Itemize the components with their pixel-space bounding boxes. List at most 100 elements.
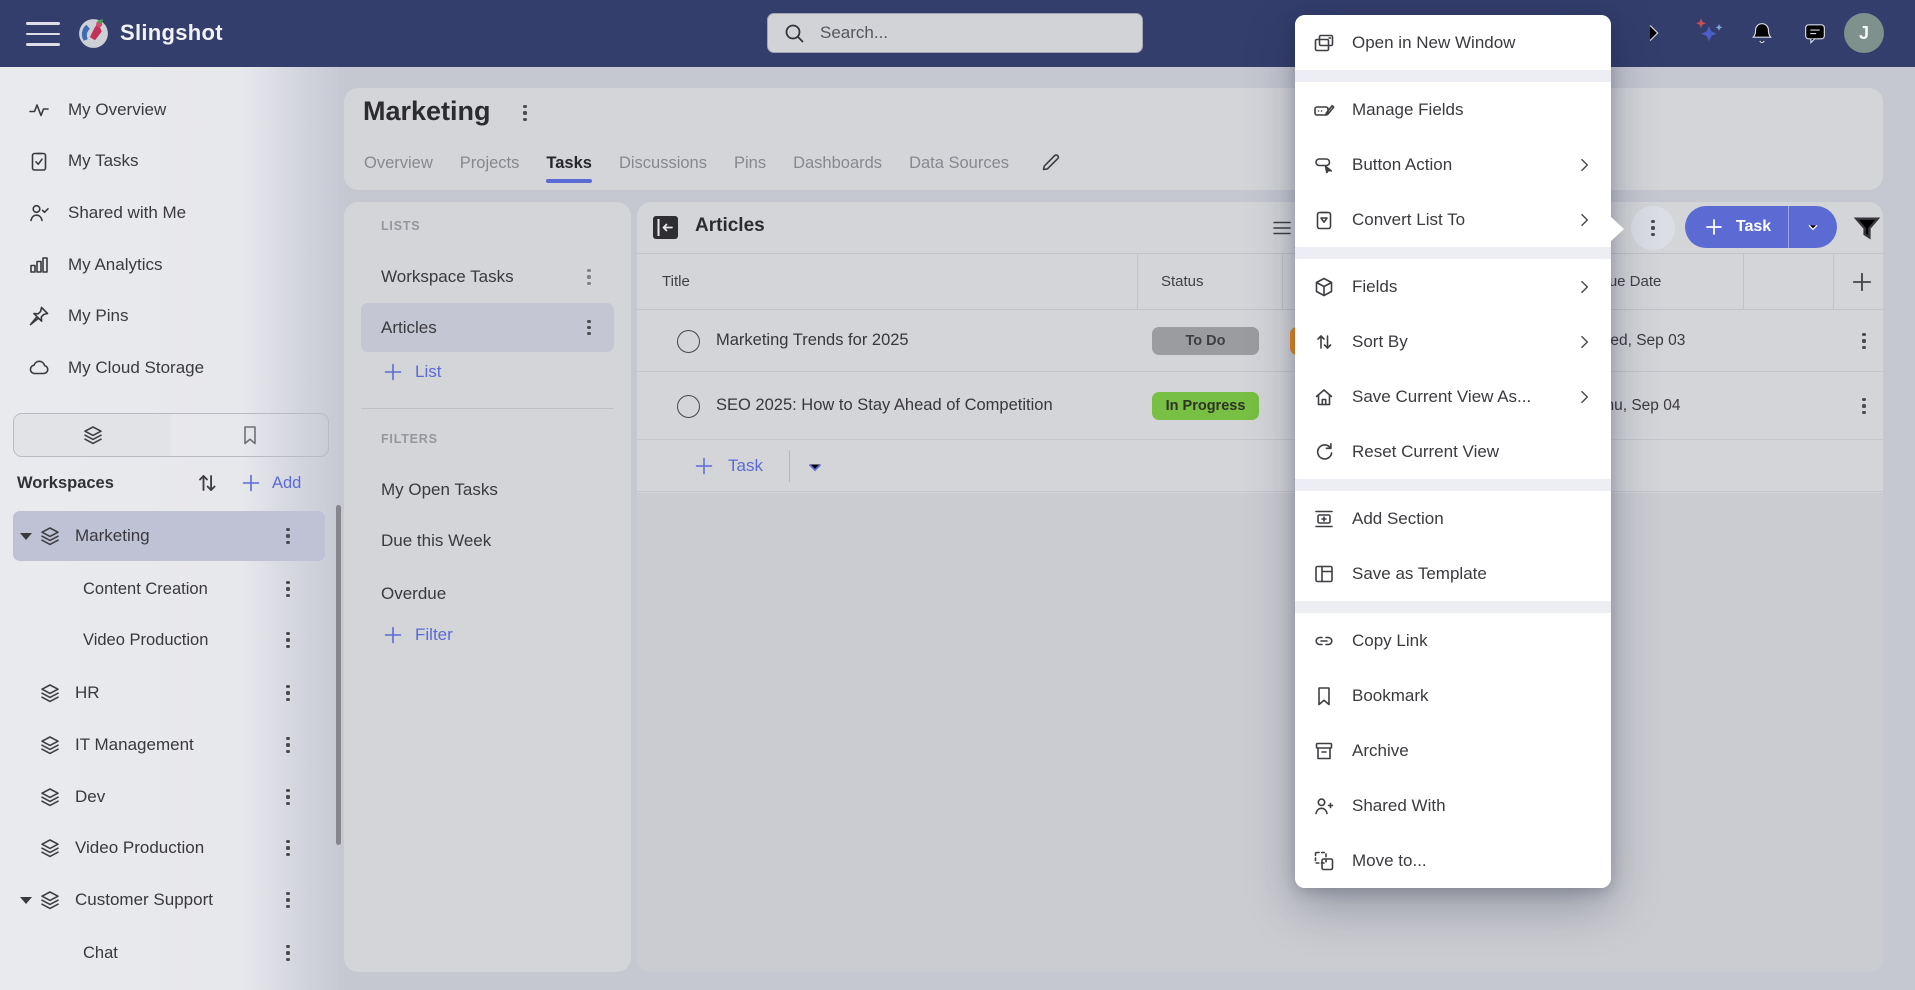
task-checkbox[interactable] — [677, 330, 700, 353]
list-item-workspace-tasks[interactable]: Workspace Tasks — [361, 255, 614, 299]
tab-data-sources[interactable]: Data Sources — [909, 154, 1009, 173]
menu-item-button-action[interactable]: Button Action — [1295, 137, 1611, 192]
filter-funnel-icon[interactable] — [1851, 212, 1883, 244]
layers-icon — [38, 733, 62, 757]
menu-item-add-section[interactable]: Add Section — [1295, 491, 1611, 546]
add-list-button[interactable]: List — [381, 360, 441, 384]
tab-pins[interactable]: Pins — [734, 154, 766, 173]
filter-item-due-this-week[interactable]: Due this Week — [361, 519, 614, 563]
chat-icon[interactable] — [1801, 19, 1829, 47]
menu-item-copy-link[interactable]: Copy Link — [1295, 613, 1611, 668]
menu-item-save-as-template[interactable]: Save as Template — [1295, 546, 1611, 601]
menu-item-move-to[interactable]: Move to... — [1295, 833, 1611, 888]
menu-item-open-in-new-window[interactable]: Open in New Window — [1295, 15, 1611, 70]
add-section-icon — [1312, 507, 1336, 531]
task-kebab-icon[interactable] — [1855, 395, 1873, 417]
pencil-icon[interactable] — [1038, 151, 1062, 175]
workspace-item-it-management[interactable]: IT Management — [13, 723, 325, 767]
list-kebab-icon[interactable] — [580, 266, 598, 288]
filter-item-my-open-tasks[interactable]: My Open Tasks — [361, 468, 614, 512]
articles-menu-button[interactable] — [1631, 206, 1675, 250]
page-title-kebab-icon[interactable] — [516, 102, 534, 124]
workspace-item-dev[interactable]: Dev — [13, 775, 325, 819]
menu-item-manage-fields[interactable]: Manage Fields — [1295, 82, 1611, 137]
workspace-item-marketing[interactable]: Marketing — [13, 511, 325, 561]
workspace-item-customer-support[interactable]: Customer Support — [13, 878, 325, 922]
menu-item-fields[interactable]: Fields — [1295, 259, 1611, 314]
workspace-subitem-video-production[interactable]: Video Production — [13, 618, 325, 662]
hamburger-menu-icon[interactable] — [26, 22, 60, 46]
add-filter-button[interactable]: Filter — [381, 623, 453, 647]
workspace-kebab-icon[interactable] — [279, 786, 297, 808]
tab-projects[interactable]: Projects — [460, 154, 520, 173]
menu-item-bookmark[interactable]: Bookmark — [1295, 668, 1611, 723]
column-header-title[interactable]: Title — [662, 254, 690, 309]
collapse-panel-icon[interactable] — [652, 215, 679, 240]
workspace-subitem-chat[interactable]: Chat — [13, 931, 325, 975]
workspace-kebab-icon[interactable] — [279, 889, 297, 911]
workspace-item-video-production[interactable]: Video Production — [13, 826, 325, 870]
add-task-button[interactable]: Task — [692, 440, 763, 492]
status-badge[interactable]: To Do — [1152, 327, 1259, 355]
sidebar-item-my-cloud-storage[interactable]: My Cloud Storage — [27, 353, 204, 383]
toggle-bookmarks-tab[interactable] — [171, 414, 328, 456]
list-kebab-icon[interactable] — [580, 317, 598, 339]
workspace-subitem-content-creation[interactable]: Content Creation — [13, 567, 325, 611]
reset-icon — [1312, 440, 1336, 464]
workspace-kebab-icon[interactable] — [279, 629, 297, 651]
search-input[interactable] — [818, 22, 1128, 44]
workspace-item-hr[interactable]: HR — [13, 671, 325, 715]
slingshot-logo-icon[interactable] — [76, 16, 111, 51]
tab-dashboards[interactable]: Dashboards — [793, 154, 882, 173]
sidebar-item-my-tasks[interactable]: My Tasks — [27, 146, 139, 176]
menu-item-shared-with[interactable]: Shared With — [1295, 778, 1611, 833]
caret-down-icon[interactable] — [20, 533, 32, 540]
global-search[interactable] — [767, 13, 1143, 53]
task-checkbox[interactable] — [677, 395, 700, 418]
table-row[interactable]: Marketing Trends for 2025To DoWed, Sep 0… — [637, 310, 1883, 372]
sort-updown-icon[interactable] — [193, 469, 221, 497]
menu-item-archive[interactable]: Archive — [1295, 723, 1611, 778]
workspace-kebab-icon[interactable] — [279, 734, 297, 756]
tab-overview[interactable]: Overview — [364, 154, 433, 173]
sidebar-item-label: Shared with Me — [68, 203, 186, 223]
table-row[interactable]: SEO 2025: How to Stay Ahead of Competiti… — [637, 372, 1883, 440]
caret-down-icon[interactable] — [20, 897, 32, 904]
column-header-status[interactable]: Status — [1161, 254, 1204, 309]
menu-item-label: Move to... — [1352, 851, 1427, 871]
menu-item-label: Save as Template — [1352, 564, 1487, 584]
menu-item-reset-current-view[interactable]: Reset Current View — [1295, 424, 1611, 479]
menu-item-label: Sort By — [1352, 332, 1408, 352]
view-options-icon[interactable] — [1270, 216, 1294, 240]
menu-item-save-current-view-as[interactable]: Save Current View As... — [1295, 369, 1611, 424]
workspace-kebab-icon[interactable] — [279, 578, 297, 600]
user-avatar[interactable]: J — [1844, 13, 1884, 53]
add-workspace-button[interactable]: Add — [239, 469, 301, 497]
tab-tasks[interactable]: Tasks — [546, 154, 592, 173]
new-task-main[interactable]: Task — [1685, 206, 1788, 248]
menu-item-sort-by[interactable]: Sort By — [1295, 314, 1611, 369]
add-column-button[interactable] — [1848, 268, 1876, 296]
chevron-right-icon[interactable] — [1639, 19, 1667, 47]
workspace-kebab-icon[interactable] — [279, 837, 297, 859]
sidebar-scrollbar[interactable] — [336, 505, 341, 845]
filter-item-overdue[interactable]: Overdue — [361, 572, 614, 616]
task-button-dropdown[interactable] — [1789, 206, 1837, 248]
task-kebab-icon[interactable] — [1855, 330, 1873, 352]
workspace-kebab-icon[interactable] — [279, 942, 297, 964]
workspace-kebab-icon[interactable] — [279, 525, 297, 547]
sidebar-item-shared-with-me[interactable]: Shared with Me — [27, 198, 186, 228]
status-badge[interactable]: In Progress — [1152, 392, 1259, 420]
add-task-dropdown-icon[interactable] — [803, 455, 827, 479]
sidebar-item-my-pins[interactable]: My Pins — [27, 301, 128, 331]
bell-icon[interactable] — [1748, 19, 1776, 47]
ai-sparkles-icon[interactable] — [1691, 15, 1727, 51]
sidebar-item-my-analytics[interactable]: My Analytics — [27, 250, 162, 280]
toggle-workspaces-tab[interactable] — [14, 414, 171, 456]
new-task-button[interactable]: Task — [1685, 206, 1837, 248]
sidebar-item-my-overview[interactable]: My Overview — [27, 95, 166, 125]
workspace-kebab-icon[interactable] — [279, 682, 297, 704]
list-item-articles[interactable]: Articles — [361, 303, 614, 352]
menu-item-convert-list-to[interactable]: Convert List To — [1295, 192, 1611, 247]
tab-discussions[interactable]: Discussions — [619, 154, 707, 173]
